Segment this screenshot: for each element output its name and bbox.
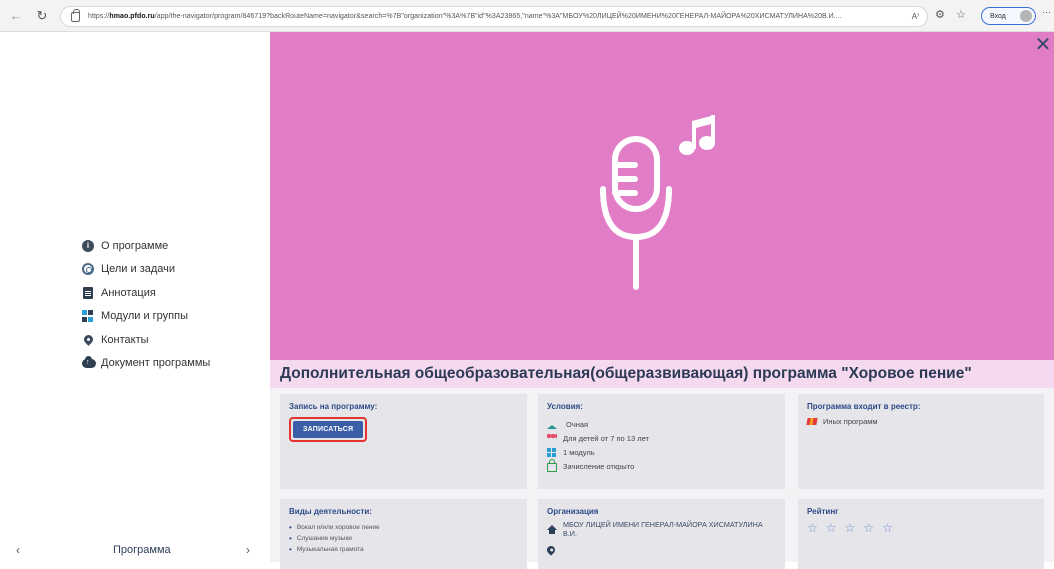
- activity-item: Музыкальная грамота: [289, 544, 518, 555]
- enroll-card: Запись на программу: ЗАПИСАТЬСЯ: [280, 394, 527, 489]
- browser-toolbar: ← ↻ https://hmao.pfdo.ru/app/the-navigat…: [0, 0, 1054, 32]
- organization-card: Организация МБОУ ЛИЦЕЙ ИМЕНИ ГЕНЕРАЛ-МАЙ…: [538, 499, 785, 569]
- activity-item: Слушание музыки: [289, 533, 518, 544]
- activities-card: Виды деятельности: Вокал и/или хоровое п…: [280, 499, 527, 569]
- activities-heading: Виды деятельности:: [289, 507, 372, 516]
- children-icon: [547, 433, 557, 443]
- star-icon[interactable]: ☆: [882, 522, 893, 534]
- rating-stars[interactable]: ☆ ☆ ☆ ☆ ☆: [807, 522, 1035, 534]
- graduation-cap-icon: [547, 420, 557, 429]
- sidebar-item-label: Модули и группы: [101, 310, 188, 323]
- sidebar-item-modules[interactable]: Модули и группы: [82, 305, 210, 329]
- login-label: Вход: [990, 12, 1006, 20]
- star-icon[interactable]: ☆: [863, 522, 874, 534]
- target-icon: [82, 263, 94, 276]
- page-title: Дополнительная общеобразовательная(общер…: [280, 365, 972, 382]
- condition-form-text: Очная: [566, 419, 589, 429]
- program-panel: ✕ Дополнительная общеобразовательная(общ…: [270, 32, 1054, 569]
- sidebar-item-program-document[interactable]: Документ программы: [82, 352, 210, 376]
- sidebar-item-about[interactable]: i О программе: [82, 234, 210, 258]
- registry-value: Иных программ: [823, 417, 878, 426]
- condition-form: Очная: [547, 417, 776, 431]
- sidebar-item-label: Документ программы: [101, 357, 211, 370]
- books-icon: [806, 418, 818, 425]
- cloud-upload-icon: [82, 355, 96, 368]
- location-pin-icon: [545, 544, 557, 556]
- condition-age-text: Для детей от 7 по 13 лет: [563, 433, 649, 443]
- chevron-left-icon[interactable]: ‹: [16, 543, 20, 557]
- registry-heading: Программа входит в реестр:: [807, 402, 921, 411]
- condition-age: Для детей от 7 по 13 лет: [547, 431, 776, 445]
- star-icon[interactable]: ☆: [826, 522, 837, 534]
- sidebar-pager: ‹ Программа ›: [0, 537, 270, 562]
- modules-icon: [82, 310, 94, 322]
- sidebar-pager-label: Программа: [113, 544, 171, 556]
- sidebar-item-label: Контакты: [101, 333, 149, 346]
- registry-row: Иных программ: [806, 417, 1035, 426]
- enroll-button-highlight: ЗАПИСАТЬСЯ: [289, 417, 368, 442]
- rating-heading: Рейтинг: [807, 507, 839, 516]
- home-icon: [547, 524, 557, 534]
- sidebar-item-contacts[interactable]: Контакты: [82, 328, 210, 352]
- organization-heading: Организация: [547, 507, 599, 516]
- star-icon[interactable]: ☆: [807, 522, 818, 534]
- sidebar-item-goals[interactable]: Цели и задачи: [82, 258, 210, 282]
- document-icon: [83, 286, 93, 299]
- avatar: [1020, 10, 1032, 22]
- close-icon[interactable]: ✕: [1034, 35, 1052, 55]
- sidebar: i О программе Цели и задачи Аннотация Мо…: [0, 32, 270, 562]
- sidebar-item-label: О программе: [101, 239, 169, 252]
- star-icon[interactable]: ☆: [845, 522, 856, 534]
- login-button[interactable]: Вход: [981, 7, 1036, 25]
- program-banner: ✕: [270, 32, 1054, 360]
- lock-icon: [71, 8, 80, 22]
- location-pin-icon: [82, 333, 95, 347]
- microphone-icon: [600, 115, 715, 290]
- favorites-icon[interactable]: ☆: [956, 8, 966, 21]
- organization-name[interactable]: МБОУ ЛИЦЕЙ ИМЕНИ ГЕНЕРАЛ-МАЙОРА ХИСМАТУЛ…: [563, 520, 776, 538]
- modules-icon: [547, 447, 557, 457]
- enroll-heading: Запись на программу:: [289, 402, 378, 411]
- sidebar-item-annotation[interactable]: Аннотация: [82, 281, 210, 305]
- sidebar-item-label: Цели и задачи: [101, 263, 176, 276]
- reload-icon[interactable]: ↻: [32, 6, 52, 26]
- condition-status: Зачисление открыто: [547, 458, 776, 473]
- chevron-right-icon[interactable]: ›: [246, 543, 250, 557]
- back-arrow-icon[interactable]: ←: [6, 6, 26, 26]
- sidebar-item-label: Аннотация: [101, 286, 156, 299]
- organization-row[interactable]: МБОУ ЛИЦЕЙ ИМЕНИ ГЕНЕРАЛ-МАЙОРА ХИСМАТУЛ…: [547, 520, 776, 538]
- rating-card: Рейтинг ☆ ☆ ☆ ☆ ☆: [798, 499, 1044, 569]
- condition-modules-text: 1 модуль: [563, 447, 595, 457]
- extension-icon[interactable]: ⚙: [935, 8, 945, 21]
- condition-modules: 1 модуль: [547, 445, 776, 459]
- condition-status-text: Зачисление открыто: [563, 461, 635, 471]
- address-bar[interactable]: https://hmao.pfdo.ru/app/the-navigator/p…: [60, 6, 928, 27]
- url-text: https://hmao.pfdo.ru/app/the-navigator/p…: [88, 13, 842, 20]
- reader-mode-icon[interactable]: A⁾: [912, 12, 919, 21]
- program-title-bar: Дополнительная общеобразовательная(общер…: [270, 360, 1054, 388]
- more-menu-icon[interactable]: ···: [1042, 7, 1051, 17]
- conditions-card: Условия: Очная Для детей от 7 по 13 лет …: [538, 394, 785, 489]
- unlock-icon: [547, 458, 557, 472]
- conditions-heading: Условия:: [547, 402, 583, 411]
- enroll-button[interactable]: ЗАПИСАТЬСЯ: [293, 421, 364, 438]
- sidebar-menu: i О программе Цели и задачи Аннотация Мо…: [82, 234, 210, 375]
- activity-item: Вокал и/или хоровое пение: [289, 522, 518, 533]
- info-icon: i: [82, 239, 94, 252]
- registry-card: Программа входит в реестр: Иных программ: [798, 394, 1044, 489]
